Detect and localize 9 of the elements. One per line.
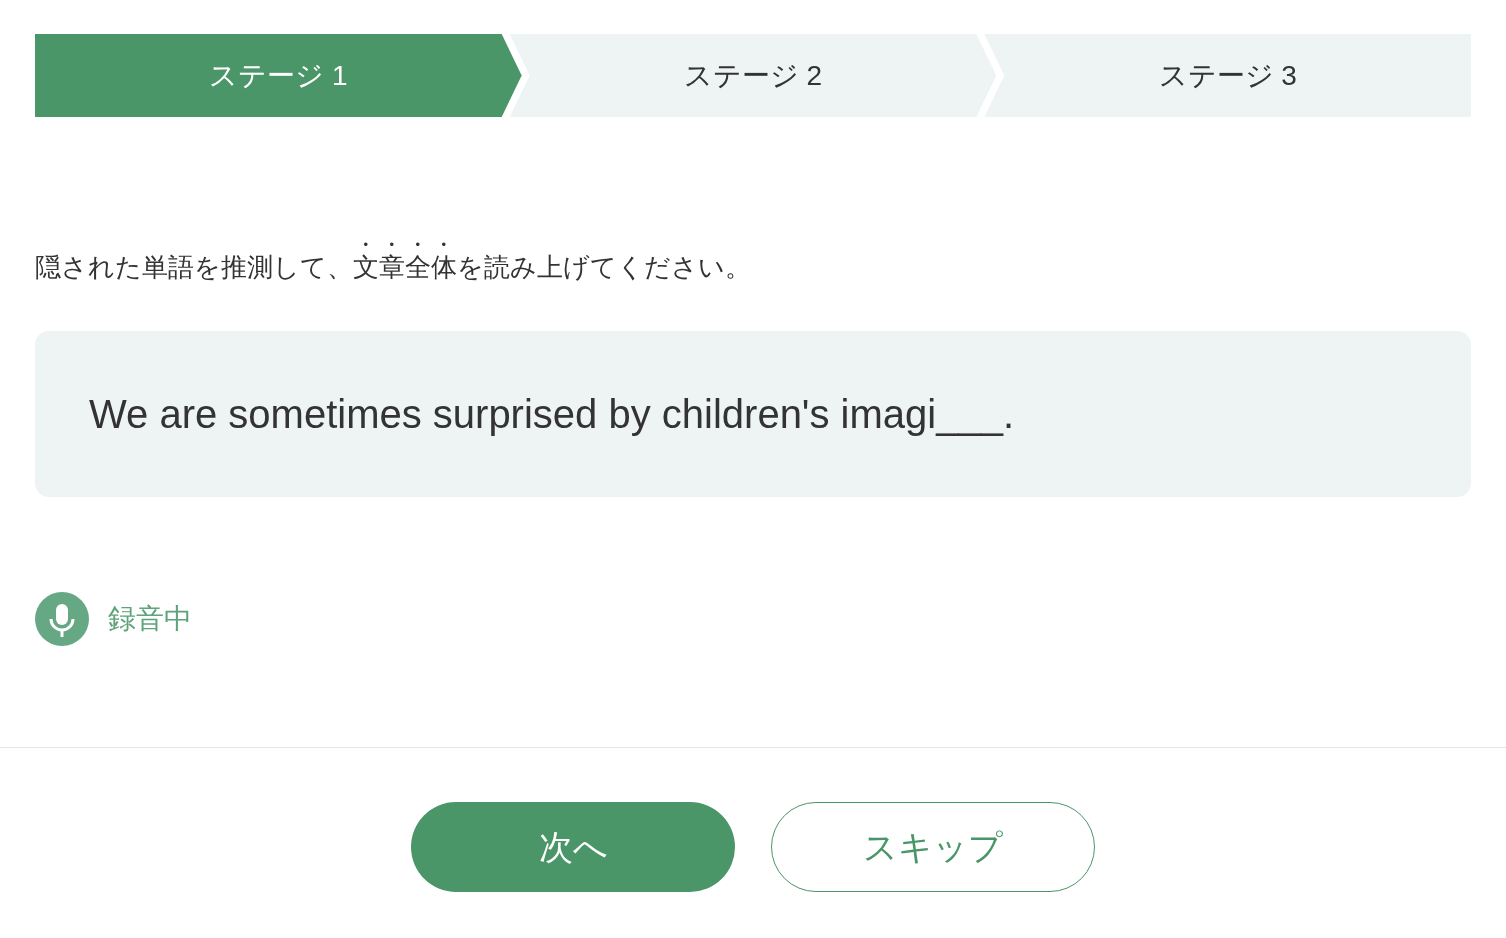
recording-status: 録音中 [108, 602, 192, 636]
microphone-icon [35, 592, 89, 646]
stage-tab[interactable]: ステージ 2 [509, 34, 997, 117]
stage-tab[interactable]: ステージ 1 [35, 34, 522, 117]
next-button[interactable]: 次へ [411, 802, 735, 892]
sentence-text: We are sometimes surprised by children's imagi___. [89, 391, 1015, 438]
skip-button[interactable]: スキップ [771, 802, 1095, 892]
stage-tab[interactable]: ステージ 3 [984, 34, 1471, 117]
instruction-text: 隠された単語を推測して、文章全体を読み上げてください。 [35, 251, 752, 284]
